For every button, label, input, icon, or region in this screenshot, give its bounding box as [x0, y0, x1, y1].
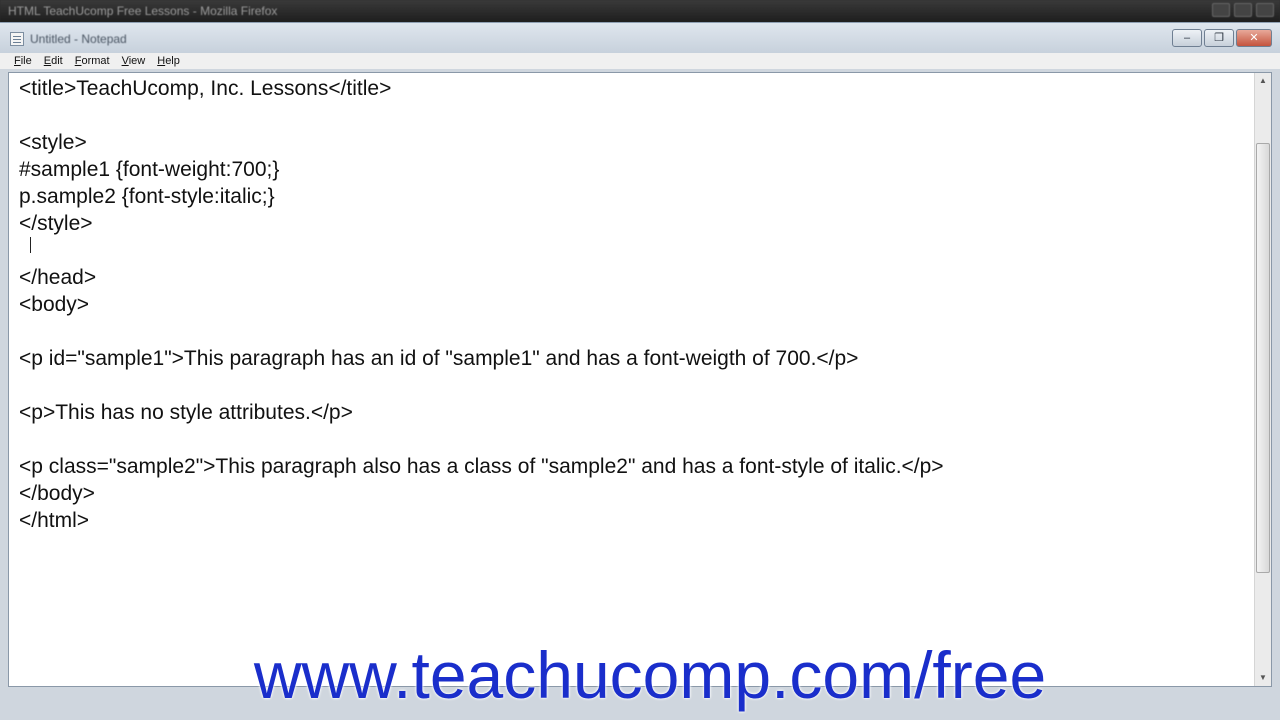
browser-maximize-button[interactable] — [1234, 3, 1252, 17]
browser-title-bar: HTML TeachUcomp Free Lessons - Mozilla F… — [0, 0, 1280, 22]
editor-line: #sample1 {font-weight:700;} — [19, 158, 280, 181]
menu-help[interactable]: Help — [151, 53, 186, 69]
maximize-button[interactable]: ❐ — [1204, 29, 1234, 47]
editor-line: <body> — [19, 293, 90, 316]
notepad-window: Untitled - Notepad – ❐ ✕ File Edit Forma… — [0, 22, 1280, 720]
notepad-title-bar[interactable]: Untitled - Notepad – ❐ ✕ — [0, 23, 1280, 53]
scroll-up-arrow-icon[interactable]: ▲ — [1256, 73, 1270, 89]
menu-view[interactable]: View — [116, 53, 152, 69]
editor-line: </body> — [19, 482, 95, 505]
text-editor[interactable]: <title>TeachUcomp, Inc. Lessons</title> … — [8, 72, 1272, 687]
browser-window-controls — [1212, 3, 1274, 17]
editor-line: </html> — [19, 509, 90, 532]
menu-file[interactable]: File — [8, 53, 38, 69]
window-title: Untitled - Notepad — [30, 32, 127, 46]
editor-line: </head> — [19, 266, 97, 289]
editor-line: p.sample2 {font-style:italic;} — [19, 185, 275, 208]
editor-line: <title>TeachUcomp, Inc. Lessons</title> — [19, 77, 392, 100]
vertical-scrollbar[interactable]: ▲ ▼ — [1254, 73, 1271, 686]
editor-line: <p class="sample2">This paragraph also h… — [19, 455, 944, 478]
editor-line: <p>This has no style attributes.</p> — [19, 401, 353, 424]
notepad-app-icon[interactable] — [10, 32, 24, 46]
browser-title: HTML TeachUcomp Free Lessons - Mozilla F… — [8, 4, 278, 18]
browser-minimize-button[interactable] — [1212, 3, 1230, 17]
scrollbar-thumb[interactable] — [1256, 143, 1270, 573]
menu-edit[interactable]: Edit — [38, 53, 69, 69]
editor-line: <p id="sample1">This paragraph has an id… — [19, 347, 859, 370]
editor-line: <style> — [19, 131, 87, 154]
close-button[interactable]: ✕ — [1236, 29, 1272, 47]
text-cursor — [30, 237, 31, 253]
editor-text-area[interactable]: <title>TeachUcomp, Inc. Lessons</title> … — [19, 75, 1249, 685]
teachucomp-watermark: www.teachucomp.com/free — [253, 638, 1047, 712]
editor-line: </style> — [19, 212, 93, 235]
menu-bar: File Edit Format View Help — [0, 53, 1280, 69]
browser-close-button[interactable] — [1256, 3, 1274, 17]
menu-format[interactable]: Format — [69, 53, 116, 69]
minimize-button[interactable]: – — [1172, 29, 1202, 47]
window-controls: – ❐ ✕ — [1172, 29, 1272, 47]
